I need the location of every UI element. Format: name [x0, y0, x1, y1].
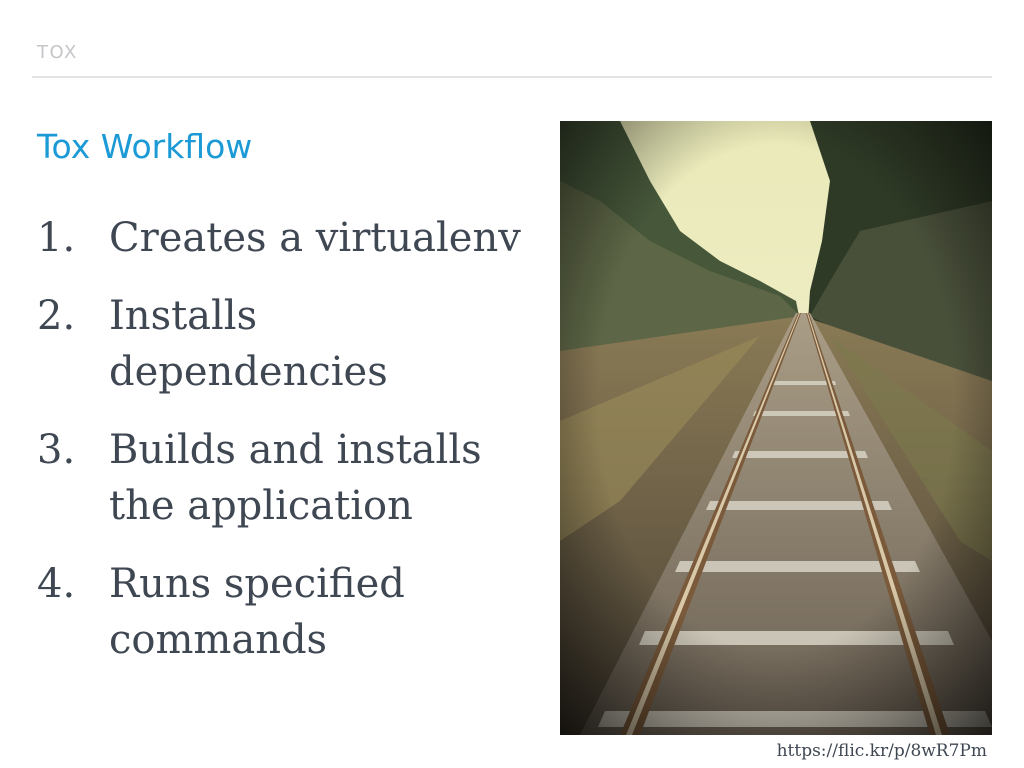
- workflow-steps-list: 1. Creates a virtualenv 2. Installs depe…: [37, 210, 537, 690]
- step-number: 3.: [37, 427, 76, 473]
- header-divider: [32, 76, 992, 78]
- slide-title: Tox Workflow: [37, 127, 253, 166]
- list-item: 2. Installs dependencies: [37, 288, 537, 400]
- list-item: 1. Creates a virtualenv: [37, 210, 537, 266]
- step-text: Creates a virtualenv: [109, 215, 521, 261]
- section-label: TOX: [37, 42, 78, 63]
- step-number: 4.: [37, 561, 76, 607]
- step-text: Installs dependencies: [109, 293, 388, 395]
- railway-tracks-photo: [560, 121, 992, 735]
- step-text: Runs specified commands: [109, 561, 405, 663]
- step-text: Builds and installs the application: [109, 427, 482, 529]
- image-credit-link[interactable]: https://flic.kr/p/8wR7Pm: [777, 741, 987, 761]
- list-item: 3. Builds and installs the application: [37, 422, 537, 534]
- step-number: 1.: [37, 215, 76, 261]
- step-number: 2.: [37, 293, 76, 339]
- list-item: 4. Runs specified commands: [37, 556, 537, 668]
